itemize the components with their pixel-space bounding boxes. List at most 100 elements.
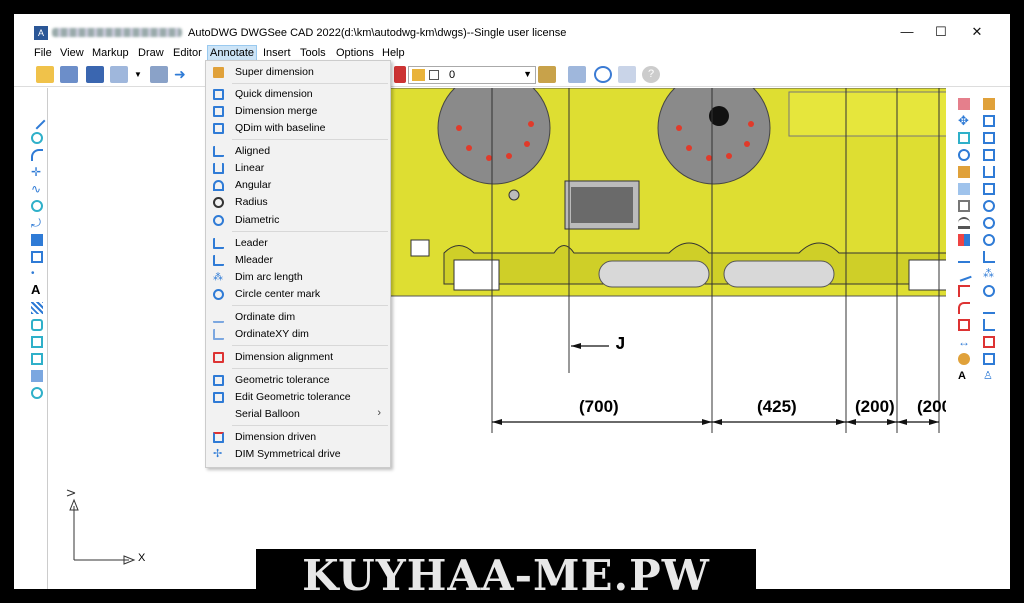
circle-icon[interactable]	[31, 132, 43, 144]
fillet-icon[interactable]	[958, 285, 970, 297]
save-icon[interactable]	[86, 66, 104, 83]
settings-icon[interactable]	[958, 353, 970, 365]
stretch-icon[interactable]	[958, 217, 970, 229]
menu-editor[interactable]: Editor	[171, 47, 204, 59]
menu-item-ordinate-dim[interactable]: Ordinate dim	[207, 309, 389, 326]
donut-icon[interactable]	[31, 387, 43, 399]
trim-icon[interactable]	[958, 251, 970, 263]
qdim-baseline-tb-icon[interactable]	[983, 149, 995, 161]
diametric-tb-icon[interactable]	[983, 234, 995, 246]
menu-item-linear[interactable]: Linear	[207, 160, 389, 177]
menu-markup[interactable]: Markup	[90, 47, 131, 59]
line-icon[interactable]	[28, 112, 46, 130]
break-icon[interactable]: ↔	[958, 336, 970, 348]
arc-icon[interactable]	[31, 149, 43, 161]
menu-draw[interactable]: Draw	[136, 47, 166, 59]
menu-options[interactable]: Options	[334, 47, 376, 59]
menu-item-quick-dimension[interactable]: Quick dimension	[207, 86, 389, 103]
menu-item-dim-arc-length[interactable]: ⁂ Dim arc length	[207, 269, 389, 286]
screen-icon[interactable]	[150, 66, 168, 83]
menu-file[interactable]: File	[32, 47, 54, 59]
text-style-icon[interactable]: A	[958, 370, 970, 382]
dim-alignment-tb-icon[interactable]	[983, 336, 995, 348]
offset-icon[interactable]	[958, 319, 970, 331]
layer-combobox[interactable]: 0 ▼	[408, 66, 536, 84]
mirror-icon[interactable]	[958, 166, 970, 178]
small-knob	[508, 189, 520, 201]
menu-insert[interactable]: Insert	[261, 47, 293, 59]
polygon-icon[interactable]	[31, 251, 43, 263]
ordinate-tb-icon[interactable]	[983, 302, 995, 314]
menu-help[interactable]: Help	[380, 47, 407, 59]
menu-item-edit-geometric-tolerance[interactable]: Edit Geometric tolerance	[207, 389, 389, 406]
help-icon[interactable]: ?	[642, 66, 660, 83]
maximize-button[interactable]: ☐	[926, 22, 956, 42]
crosshair-icon[interactable]: ✛	[31, 166, 43, 178]
close-button[interactable]: ✕	[962, 22, 992, 42]
hatch-icon[interactable]	[31, 302, 43, 314]
copy-icon[interactable]	[958, 132, 970, 144]
open-folder-icon[interactable]	[36, 66, 54, 83]
undo-arc-icon[interactable]: ⤾	[31, 217, 43, 229]
text-icon[interactable]: A	[31, 283, 43, 296]
ellipse-icon[interactable]	[31, 200, 43, 212]
menu-item-dim-symmetrical-drive[interactable]: ✢ DIM Symmetrical drive	[207, 446, 389, 463]
menu-item-dimension-merge[interactable]: Dimension merge	[207, 103, 389, 120]
eraser-icon[interactable]	[958, 98, 970, 110]
explode-icon[interactable]	[958, 234, 970, 246]
export-icon[interactable]	[110, 66, 128, 83]
extend-icon[interactable]	[956, 266, 972, 282]
linear-tb-icon[interactable]	[983, 183, 995, 195]
point-icon[interactable]: •	[31, 268, 43, 280]
array-icon[interactable]	[958, 183, 970, 195]
aligned-tb-icon[interactable]	[983, 166, 995, 178]
insert-block-icon[interactable]	[31, 353, 43, 365]
rectangle-icon[interactable]	[31, 234, 43, 246]
chamfer-icon[interactable]	[958, 302, 970, 314]
rotate-icon[interactable]	[958, 149, 970, 161]
menu-item-diametric[interactable]: Diametric	[207, 212, 389, 229]
color-icon[interactable]	[394, 66, 406, 83]
menu-item-mleader[interactable]: Mleader	[207, 252, 389, 269]
page-icon[interactable]	[958, 200, 970, 212]
export-dropdown-icon[interactable]: ▼	[134, 66, 142, 83]
compare-icon[interactable]	[568, 66, 586, 83]
print-icon[interactable]	[60, 66, 78, 83]
radius-tb-icon[interactable]	[983, 217, 995, 229]
arc-length-tb-icon[interactable]: ⁂	[983, 268, 995, 280]
angular-tb-icon[interactable]	[983, 200, 995, 212]
leader-tb-icon[interactable]	[983, 251, 995, 263]
menu-item-circle-center-mark[interactable]: Circle center mark	[207, 286, 389, 303]
menu-item-geometric-tolerance[interactable]: Geometric tolerance	[207, 372, 389, 389]
menu-item-radius[interactable]: Radius	[207, 194, 389, 211]
forward-arrow-icon[interactable]: ➜	[174, 66, 192, 83]
menu-item-qdim-baseline[interactable]: QDim with baseline	[207, 120, 389, 137]
menu-view[interactable]: View	[58, 47, 86, 59]
spline-icon[interactable]: ∿	[31, 183, 43, 195]
menu-item-aligned[interactable]: Aligned	[207, 143, 389, 160]
find-icon[interactable]	[618, 66, 636, 83]
menu-item-leader[interactable]: Leader	[207, 235, 389, 252]
person-icon[interactable]: ♙	[983, 370, 995, 382]
region-icon[interactable]	[31, 319, 43, 331]
block-icon[interactable]	[31, 336, 43, 348]
quick-dimension-tb-icon[interactable]	[983, 115, 995, 127]
menu-item-angular[interactable]: Angular	[207, 177, 389, 194]
menu-item-super-dimension[interactable]: Super dimension	[207, 64, 389, 81]
center-mark-tb-icon[interactable]	[983, 285, 995, 297]
geo-tolerance-tb-icon[interactable]	[983, 353, 995, 365]
minimize-button[interactable]: —	[892, 22, 922, 42]
table-icon[interactable]	[31, 370, 43, 382]
menu-item-dimension-driven[interactable]: Dimension driven	[207, 429, 389, 446]
move-icon[interactable]: ✥	[958, 114, 970, 127]
menu-item-serial-balloon[interactable]: Serial Balloon ›	[207, 406, 389, 423]
menu-tools[interactable]: Tools	[298, 47, 328, 59]
menu-item-dimension-alignment[interactable]: Dimension alignment	[207, 349, 389, 366]
menu-item-ordinatexy-dim[interactable]: OrdinateXY dim	[207, 326, 389, 343]
drawing-canvas[interactable]: (700) (425) (200) (200) J X	[49, 88, 946, 589]
clock-icon[interactable]	[594, 66, 612, 83]
dimension-merge-tb-icon[interactable]	[983, 132, 995, 144]
measure-icon[interactable]	[538, 66, 556, 83]
ordinate-xy-tb-icon[interactable]	[983, 319, 995, 331]
super-dimension-tb-icon[interactable]	[983, 98, 995, 110]
